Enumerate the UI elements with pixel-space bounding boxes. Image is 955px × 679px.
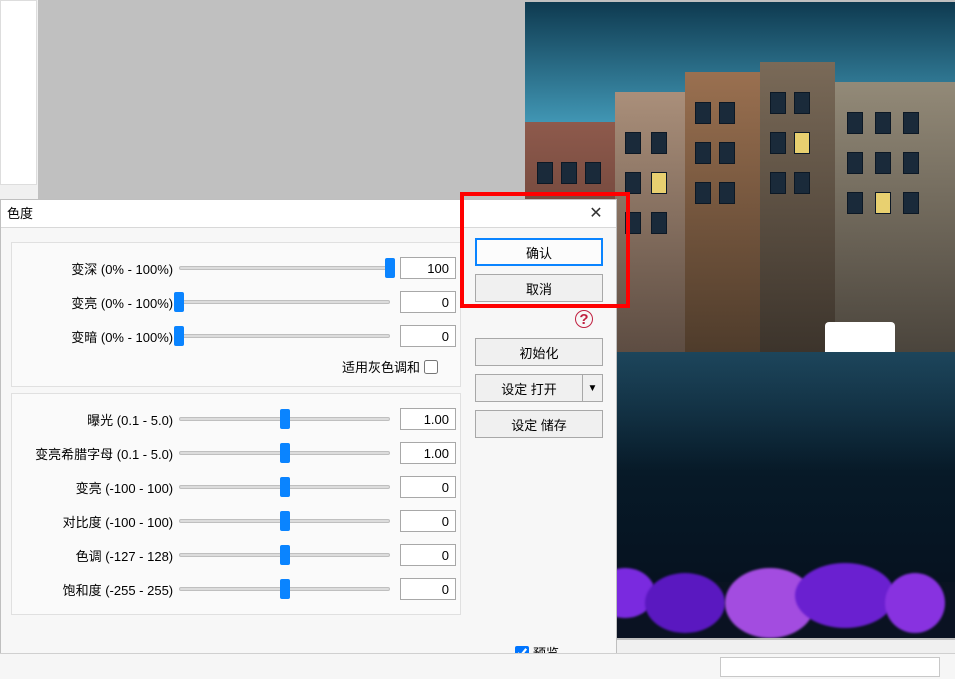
exposure-value-input[interactable] (400, 544, 456, 566)
darken-lighten-row: 变暗 (0% - 100%) (16, 319, 456, 353)
exposure-value-input[interactable] (400, 476, 456, 498)
controls-pane: 变深 (0% - 100%) 变亮 (0% - 100%) 变暗 (0% - 100… (1, 228, 471, 678)
close-icon: ✕ (589, 203, 602, 223)
group-darken-lighten: 变深 (0% - 100%) 变亮 (0% - 100%) 变暗 (0% - 100… (11, 242, 461, 387)
darken-lighten-slider-thumb[interactable] (174, 292, 184, 312)
darken-lighten-value-input[interactable] (400, 257, 456, 279)
dialog-title: 色度 (1, 200, 616, 228)
exposure-slider[interactable] (179, 443, 390, 463)
cancel-button[interactable]: 取消 (475, 274, 603, 302)
exposure-label: 变亮 (-100 - 100) (16, 478, 179, 497)
close-button[interactable]: ✕ (580, 202, 612, 224)
darken-lighten-label: 变暗 (0% - 100%) (16, 327, 179, 346)
exposure-row: 对比度 (-100 - 100) (16, 504, 456, 538)
gray-tone-label: 适用灰色调和 (342, 357, 420, 376)
settings-save-button[interactable]: 设定 储存 (475, 410, 603, 438)
darken-lighten-slider-thumb[interactable] (385, 258, 395, 278)
exposure-row: 曝光 (0.1 - 5.0) (16, 402, 456, 436)
exposure-slider-thumb[interactable] (280, 579, 290, 599)
bottom-input-stub (720, 657, 940, 677)
exposure-label: 对比度 (-100 - 100) (16, 512, 179, 531)
exposure-slider-thumb[interactable] (280, 511, 290, 531)
exposure-row: 变亮 (-100 - 100) (16, 470, 456, 504)
exposure-slider[interactable] (179, 477, 390, 497)
gray-tone-checkbox[interactable] (424, 360, 438, 374)
exposure-value-input[interactable] (400, 510, 456, 532)
darken-lighten-slider[interactable] (179, 292, 390, 312)
exposure-label: 饱和度 (-255 - 255) (16, 580, 179, 599)
exposure-row: 饱和度 (-255 - 255) (16, 572, 456, 606)
group-exposure: 曝光 (0.1 - 5.0) 变亮希腊字母 (0.1 - 5.0) 变亮 (-100… (11, 393, 461, 615)
left-sidebar-stub (0, 0, 37, 185)
darken-lighten-row: 变亮 (0% - 100%) (16, 285, 456, 319)
help-icon[interactable]: ? (575, 310, 593, 328)
settings-open-button[interactable]: 设定 打开 (475, 374, 583, 402)
exposure-slider[interactable] (179, 409, 390, 429)
exposure-label: 曝光 (0.1 - 5.0) (16, 410, 179, 429)
darken-lighten-slider[interactable] (179, 258, 390, 278)
exposure-slider[interactable] (179, 511, 390, 531)
darken-lighten-slider-thumb[interactable] (174, 326, 184, 346)
exposure-slider[interactable] (179, 545, 390, 565)
exposure-slider-thumb[interactable] (280, 477, 290, 497)
darken-lighten-label: 变深 (0% - 100%) (16, 259, 179, 278)
settings-open-dropdown[interactable]: ▼ (583, 374, 603, 402)
exposure-slider-thumb[interactable] (280, 443, 290, 463)
initialize-button[interactable]: 初始化 (475, 338, 603, 366)
exposure-slider[interactable] (179, 579, 390, 599)
darken-lighten-value-input[interactable] (400, 325, 456, 347)
ok-button[interactable]: 确认 (475, 238, 603, 266)
darken-lighten-label: 变亮 (0% - 100%) (16, 293, 179, 312)
exposure-label: 色调 (-127 - 128) (16, 546, 179, 565)
actions-pane: 确认 取消 ? 初始化 设定 打开 ▼ 设定 储存 预览 (471, 228, 616, 678)
exposure-label: 变亮希腊字母 (0.1 - 5.0) (16, 444, 179, 463)
exposure-value-input[interactable] (400, 578, 456, 600)
exposure-slider-thumb[interactable] (280, 409, 290, 429)
exposure-value-input[interactable] (400, 408, 456, 430)
exposure-slider-thumb[interactable] (280, 545, 290, 565)
exposure-row: 变亮希腊字母 (0.1 - 5.0) (16, 436, 456, 470)
chroma-dialog: 色度 ✕ 变深 (0% - 100%) 变亮 (0% - 100%) 变暗 (0% … (0, 199, 617, 679)
darken-lighten-value-input[interactable] (400, 291, 456, 313)
darken-lighten-slider[interactable] (179, 326, 390, 346)
darken-lighten-row: 变深 (0% - 100%) (16, 251, 456, 285)
exposure-row: 色调 (-127 - 128) (16, 538, 456, 572)
exposure-value-input[interactable] (400, 442, 456, 464)
